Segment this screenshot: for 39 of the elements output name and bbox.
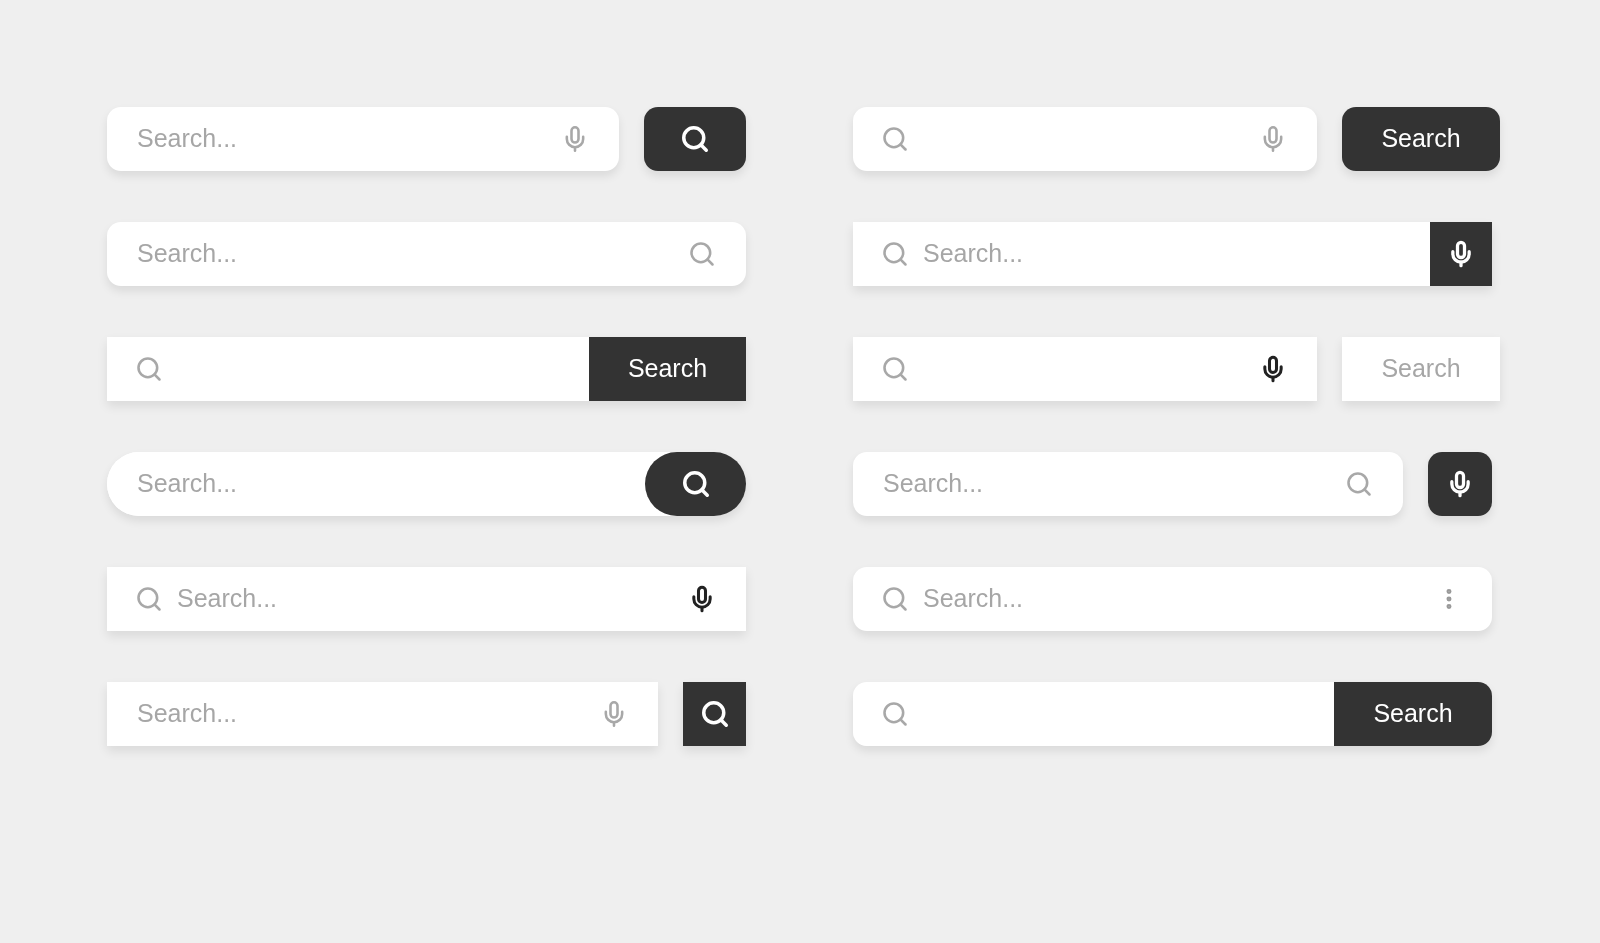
search-field[interactable]: Search... bbox=[107, 452, 645, 516]
search-button[interactable]: Search bbox=[589, 337, 746, 401]
search-input[interactable]: Search... bbox=[923, 580, 1422, 618]
search-field[interactable]: Search... bbox=[107, 682, 658, 746]
search-icon bbox=[680, 469, 711, 499]
search-input[interactable]: Search... bbox=[137, 235, 674, 273]
search-button[interactable] bbox=[644, 107, 746, 171]
search-field[interactable]: Search... bbox=[107, 222, 746, 286]
search-button[interactable]: Search bbox=[1342, 107, 1500, 171]
search-button[interactable] bbox=[645, 452, 746, 516]
search-icon[interactable] bbox=[1345, 470, 1373, 498]
search-icon[interactable] bbox=[688, 240, 716, 268]
search-field[interactable] bbox=[107, 337, 589, 401]
search-button[interactable]: Search bbox=[1334, 682, 1492, 746]
search-icon bbox=[699, 699, 730, 729]
search-field[interactable]: Search... bbox=[853, 452, 1403, 516]
search-icon bbox=[135, 585, 163, 613]
search-input[interactable]: Search... bbox=[883, 465, 1331, 503]
search-field[interactable] bbox=[853, 107, 1317, 171]
search-field[interactable] bbox=[853, 682, 1334, 746]
search-button[interactable] bbox=[1430, 222, 1492, 286]
search-icon bbox=[881, 585, 909, 613]
search-icon bbox=[881, 240, 909, 268]
search-icon bbox=[135, 355, 163, 383]
search-icon bbox=[881, 125, 909, 153]
search-field[interactable] bbox=[853, 337, 1317, 401]
search-field[interactable]: Search... bbox=[853, 222, 1430, 286]
search-input[interactable]: Search... bbox=[923, 235, 1400, 273]
search-button[interactable] bbox=[1428, 452, 1492, 516]
search-button[interactable] bbox=[683, 682, 746, 746]
search-icon bbox=[680, 124, 710, 154]
search-icon bbox=[881, 700, 909, 728]
search-field[interactable]: Search... bbox=[107, 567, 746, 631]
search-input[interactable]: Search... bbox=[137, 695, 586, 733]
search-field[interactable]: Search... bbox=[853, 567, 1492, 631]
search-input[interactable]: Search... bbox=[177, 580, 674, 618]
search-input[interactable]: Search... bbox=[137, 120, 547, 158]
search-icon bbox=[881, 355, 909, 383]
search-field[interactable]: Search... bbox=[107, 107, 619, 171]
